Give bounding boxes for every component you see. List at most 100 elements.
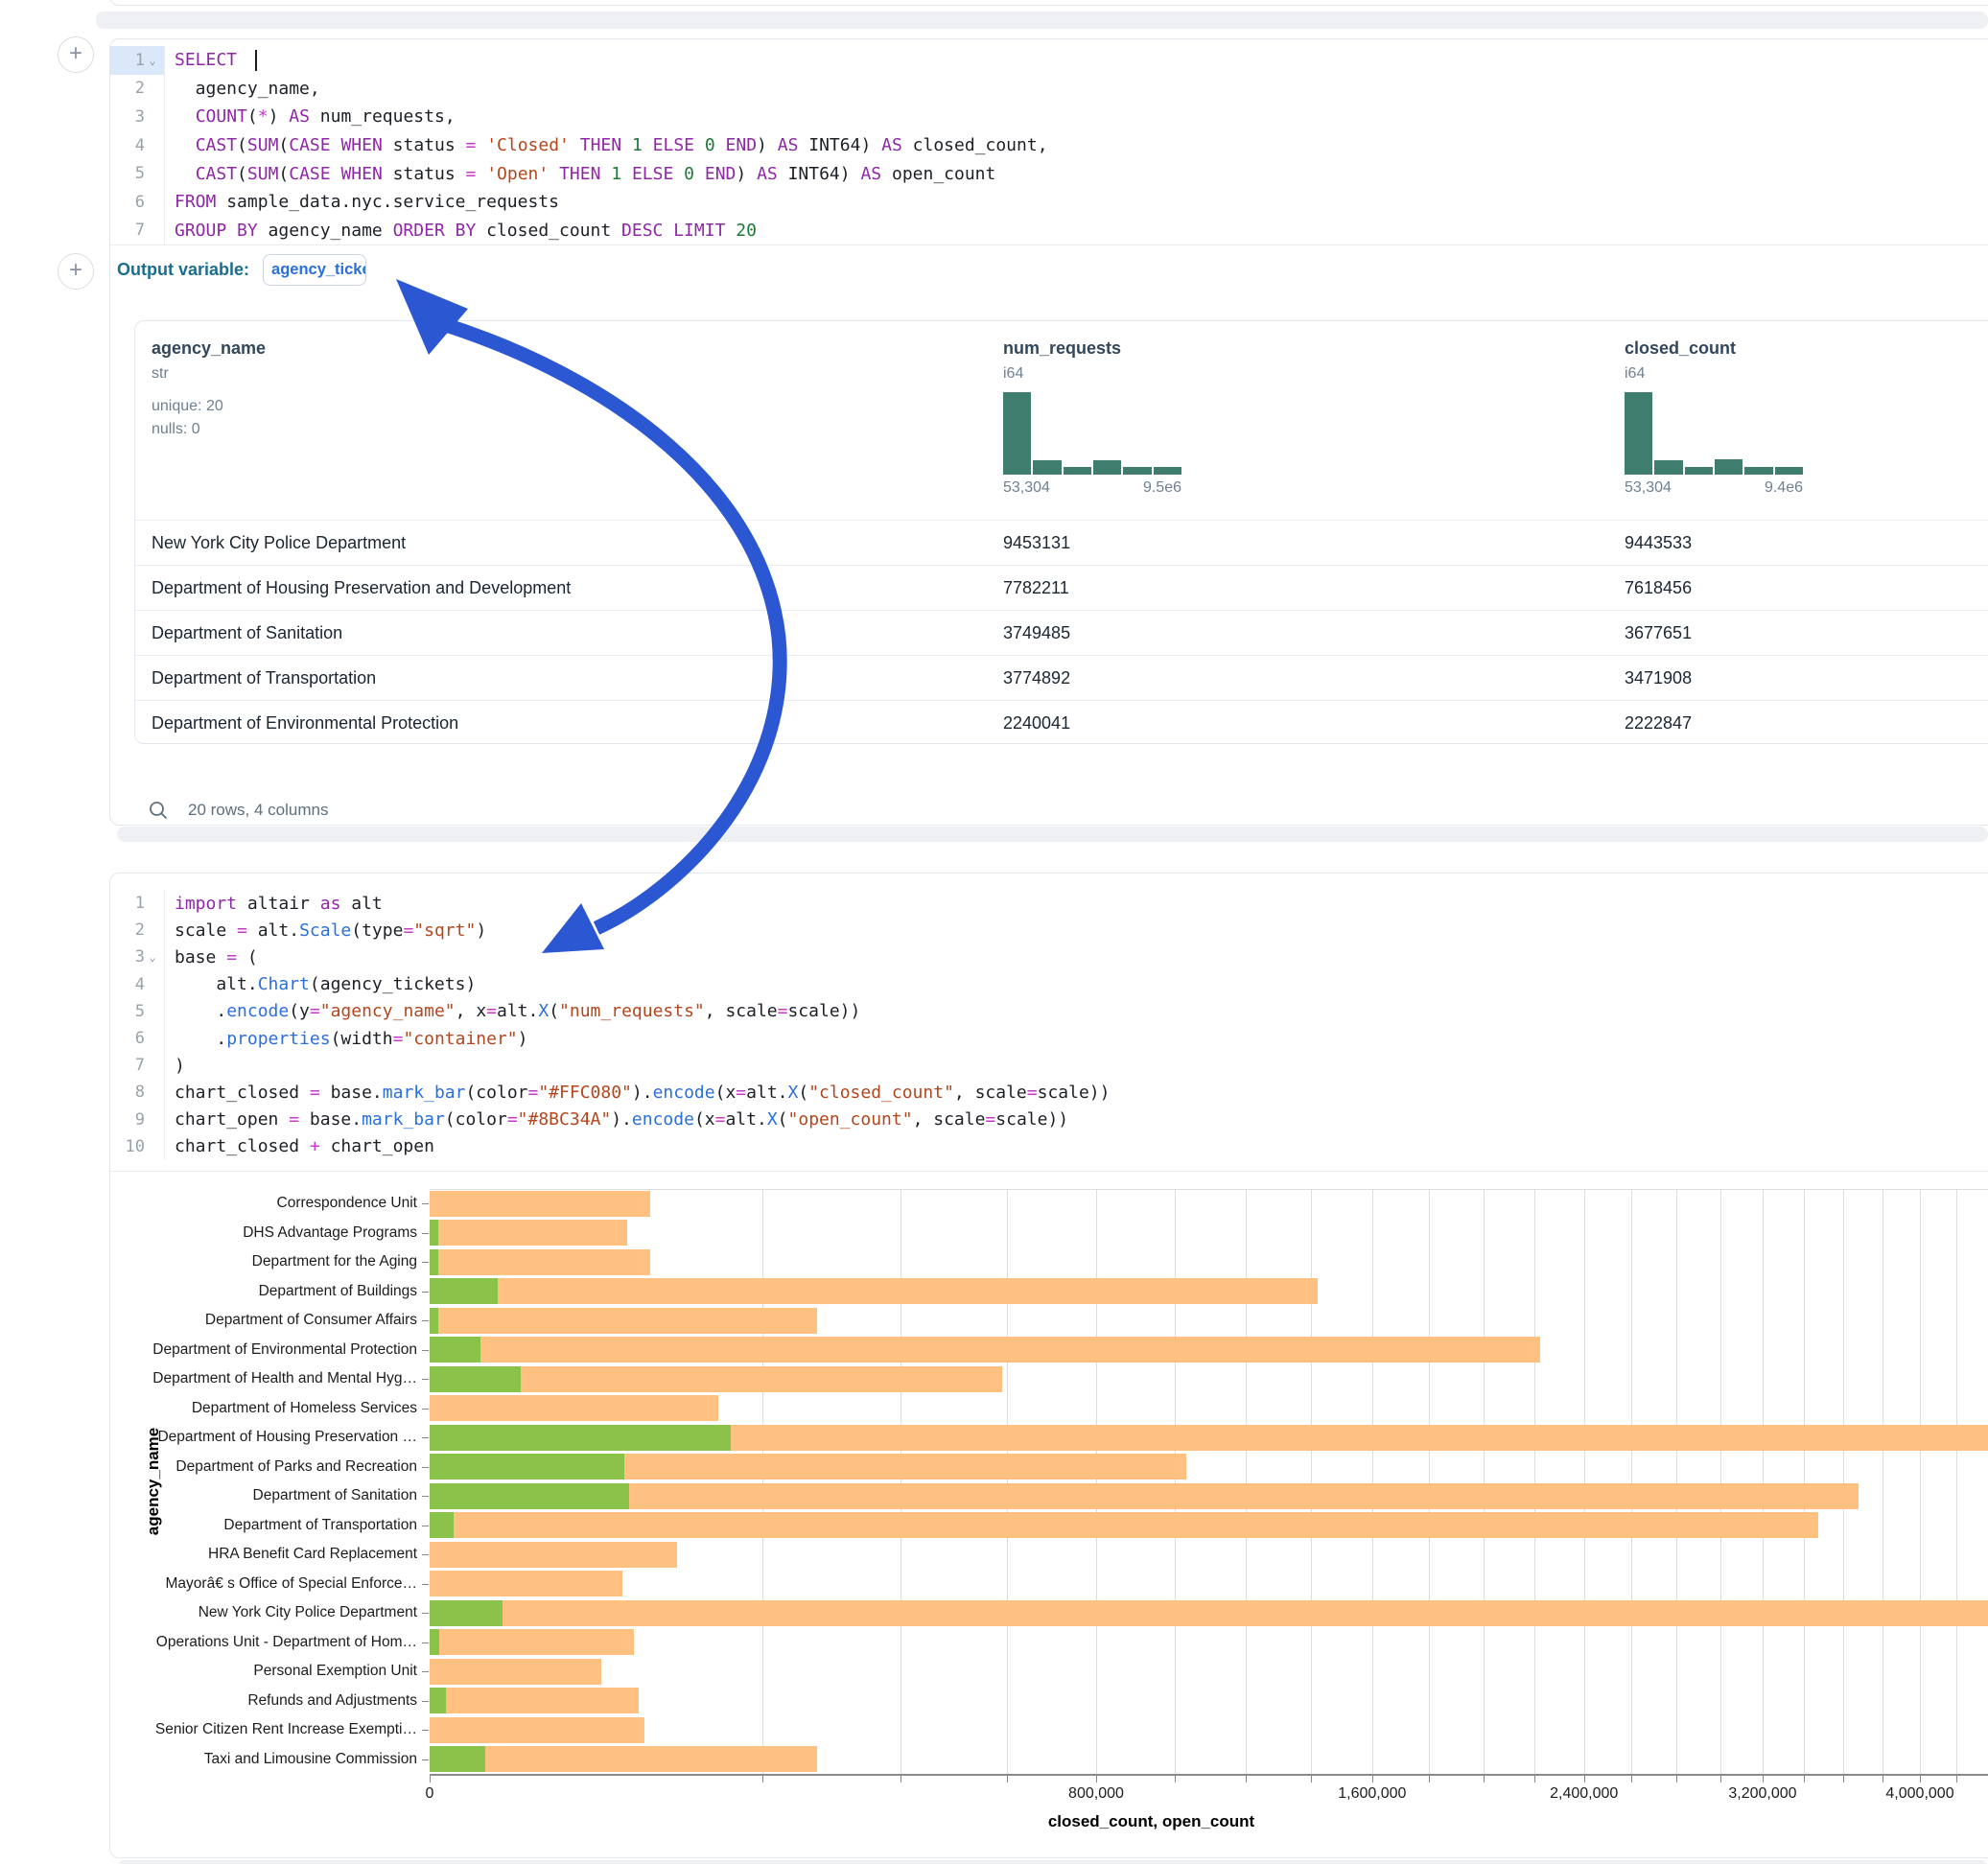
- code-token: [621, 164, 632, 184]
- code-token: SUM: [247, 164, 279, 184]
- line-number: 5: [135, 1002, 145, 1021]
- code-token: base.: [299, 1109, 362, 1130]
- code-line[interactable]: 7GROUP BY agency_name ORDER BY closed_co…: [110, 217, 1988, 245]
- code-text: import altair as alt: [165, 894, 383, 914]
- code-token: ).: [632, 1083, 653, 1103]
- python-code-editor[interactable]: 1import altair as alt2scale = alt.Scale(…: [110, 874, 1988, 1160]
- line-number-gutter[interactable]: 1: [110, 890, 165, 917]
- code-token: import: [175, 894, 237, 914]
- code-token: LIMIT: [673, 221, 725, 241]
- line-number-gutter[interactable]: 2: [110, 917, 165, 944]
- code-token: mark_bar: [362, 1109, 445, 1130]
- range-max: 9.4e6: [1765, 479, 1803, 497]
- search-icon[interactable]: [148, 800, 169, 821]
- chevron-down-icon[interactable]: ⌄: [145, 54, 160, 67]
- line-number-gutter[interactable]: 9: [110, 1107, 165, 1133]
- line-number-gutter[interactable]: 5: [110, 159, 165, 188]
- code-line[interactable]: 2 agency_name,: [110, 75, 1988, 104]
- code-token: "container": [403, 1029, 517, 1049]
- code-token: (: [778, 1109, 788, 1130]
- code-token: =: [310, 1001, 320, 1021]
- table-row[interactable]: Department of Transportation377489234719…: [135, 655, 1988, 700]
- output-variable-label: Output variable:: [117, 260, 249, 280]
- line-number-gutter[interactable]: 2: [110, 75, 165, 104]
- cell-gap-strip: [96, 12, 1988, 29]
- code-token: ORDER BY: [393, 221, 477, 241]
- line-number-gutter[interactable]: 6: [110, 1025, 165, 1052]
- code-line[interactable]: 4 alt.Chart(agency_tickets): [110, 971, 1988, 998]
- table-row[interactable]: New York City Police Department945313194…: [135, 520, 1988, 565]
- code-token: chart_closed: [175, 1136, 310, 1156]
- code-line[interactable]: 9chart_open = base.mark_bar(color="#8BC3…: [110, 1107, 1988, 1133]
- line-number-gutter[interactable]: 6: [110, 188, 165, 217]
- code-token: =: [226, 947, 237, 967]
- code-token: , scale: [954, 1083, 1027, 1103]
- code-line[interactable]: 5 .encode(y="agency_name", x=alt.X("num_…: [110, 998, 1988, 1025]
- code-text: FROM sample_data.nyc.service_requests: [165, 192, 559, 212]
- line-number-gutter[interactable]: 4: [110, 131, 165, 160]
- code-line[interactable]: 10chart_closed + chart_open: [110, 1133, 1988, 1160]
- code-line[interactable]: 3⌄base = (: [110, 944, 1988, 970]
- column-title: closed_count: [1625, 338, 1803, 359]
- table-cell: 3749485: [1003, 611, 1070, 656]
- code-line[interactable]: 1import altair as alt: [110, 890, 1988, 917]
- line-number-gutter[interactable]: 10: [110, 1133, 165, 1160]
- column-header-agency-name[interactable]: agency_name str unique: 20 nulls: 0: [152, 338, 266, 438]
- code-text: base = (: [165, 947, 258, 967]
- table-row[interactable]: Department of Sanitation37494853677651: [135, 610, 1988, 655]
- code-line[interactable]: 2scale = alt.Scale(type="sqrt"): [110, 917, 1988, 944]
- code-token: alt: [340, 894, 382, 914]
- code-token: [673, 164, 684, 184]
- table-cell: 9443533: [1625, 521, 1692, 566]
- line-number-gutter[interactable]: 3⌄: [110, 944, 165, 970]
- code-text: CAST(SUM(CASE WHEN status = 'Closed' THE…: [165, 135, 1048, 155]
- table-row[interactable]: Department of Environmental Protection22…: [135, 700, 1988, 744]
- line-number-gutter[interactable]: 3: [110, 103, 165, 131]
- table-cell: 3774892: [1003, 656, 1070, 701]
- line-number-gutter[interactable]: 8: [110, 1079, 165, 1106]
- column-header-num-requests[interactable]: num_requests i64 53,304 9.5e6: [1003, 338, 1181, 497]
- code-line[interactable]: 4 CAST(SUM(CASE WHEN status = 'Closed' T…: [110, 131, 1988, 160]
- add-cell-button[interactable]: +: [58, 36, 94, 73]
- line-number-gutter[interactable]: 5: [110, 998, 165, 1025]
- code-token: =: [403, 920, 413, 941]
- code-line[interactable]: 5 CAST(SUM(CASE WHEN status = 'Open' THE…: [110, 159, 1988, 188]
- table-shape-label: 20 rows, 4 columns: [188, 801, 328, 820]
- histogram-bar: [1064, 467, 1091, 475]
- code-token: (type: [351, 920, 403, 941]
- code-token: [570, 135, 580, 155]
- code-token: [663, 221, 673, 241]
- add-cell-button[interactable]: +: [58, 253, 94, 290]
- line-number-gutter[interactable]: 7: [110, 1052, 165, 1079]
- output-variable-input[interactable]: agency_tickets: [263, 254, 366, 286]
- code-line[interactable]: 7): [110, 1052, 1988, 1079]
- table-row[interactable]: Department of Housing Preservation and D…: [135, 565, 1988, 610]
- code-token: [331, 164, 341, 184]
- code-token: (color: [445, 1109, 507, 1130]
- cell-output-divider: [110, 1171, 1988, 1172]
- code-token: [694, 135, 705, 155]
- code-line[interactable]: 3 COUNT(*) AS num_requests,: [110, 103, 1988, 131]
- code-line[interactable]: 1⌄SELECT: [110, 46, 1988, 75]
- code-token: AS: [881, 135, 902, 155]
- line-number: 2: [135, 920, 145, 940]
- sql-code-editor[interactable]: 1⌄SELECT 2 agency_name,3 COUNT(*) AS num…: [110, 39, 1988, 245]
- code-text: agency_name,: [165, 79, 320, 99]
- code-line[interactable]: 8chart_closed = base.mark_bar(color="#FF…: [110, 1079, 1988, 1106]
- column-header-closed-count[interactable]: closed_count i64 53,304 9.4e6: [1625, 338, 1803, 497]
- code-token: ): [518, 1029, 528, 1049]
- code-token: ).: [611, 1109, 632, 1130]
- line-number-gutter[interactable]: 7: [110, 217, 165, 245]
- column-histogram: [1003, 392, 1181, 475]
- line-number-gutter[interactable]: 4: [110, 971, 165, 998]
- line-number-gutter[interactable]: 1⌄: [110, 46, 165, 75]
- output-variable-row: Output variable: agency_tickets: [110, 245, 1988, 294]
- notebook-page: + + 1⌄SELECT 2 agency_name,3 COUNT(*) AS…: [0, 0, 1988, 1864]
- chevron-down-icon[interactable]: ⌄: [145, 950, 160, 964]
- code-token: CAST: [196, 164, 237, 184]
- code-line[interactable]: 6FROM sample_data.nyc.service_requests: [110, 188, 1988, 217]
- column-title: num_requests: [1003, 338, 1181, 359]
- code-token: "#FFC080": [538, 1083, 632, 1103]
- code-line[interactable]: 6 .properties(width="container"): [110, 1025, 1988, 1052]
- code-token: agency_name,: [175, 79, 320, 99]
